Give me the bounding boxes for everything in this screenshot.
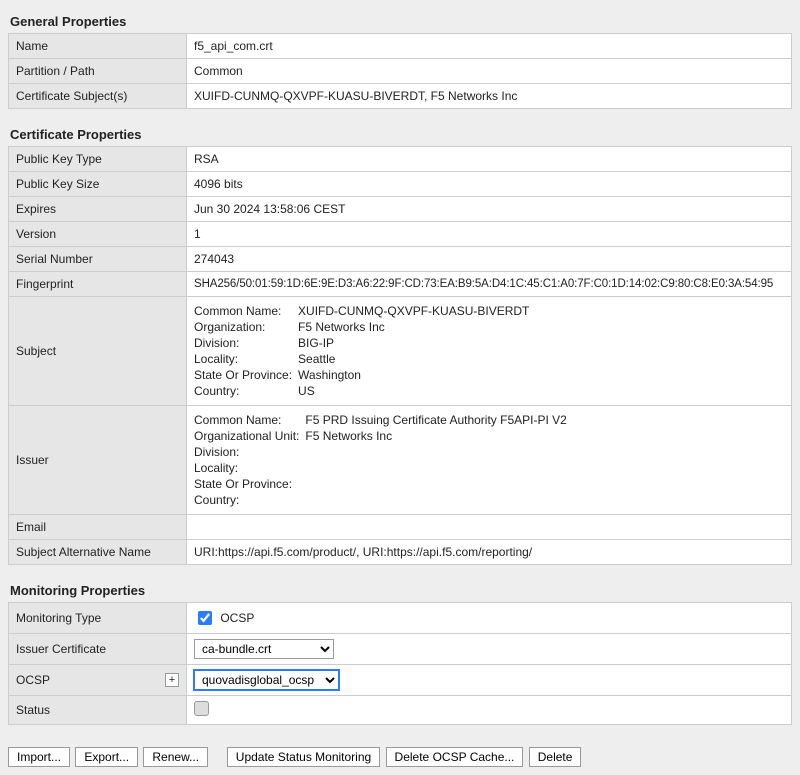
issuer-cert-label: Issuer Certificate [9,634,187,665]
table-row: OCSP + quovadisglobal_ocsp [9,665,792,696]
monitoring-properties-title: Monitoring Properties [8,577,792,602]
version-value: 1 [187,222,792,247]
subject-div-key: Division: [194,336,292,350]
issuer-label: Issuer [9,406,187,515]
table-row: Subject Alternative Name URI:https://api… [9,540,792,565]
san-value: URI:https://api.f5.com/product/, URI:htt… [187,540,792,565]
ocsp-value: quovadisglobal_ocsp [187,665,792,696]
subject-loc-val: Seattle [298,352,784,366]
partition-value: Common [187,59,792,84]
table-row: Certificate Subject(s) XUIFD-CUNMQ-QXVPF… [9,84,792,109]
table-row: Serial Number 274043 [9,247,792,272]
issuer-sop-key: State Or Province: [194,477,299,491]
monitoring-properties-section: Monitoring Properties Monitoring Type OC… [8,577,792,725]
monitoring-type-value: OCSP [187,603,792,634]
monitoring-type-check-label: OCSP [220,611,254,625]
table-row: Version 1 [9,222,792,247]
subject-cn-key: Common Name: [194,304,292,318]
subject-org-key: Organization: [194,320,292,334]
expires-label: Expires [9,197,187,222]
delete-ocsp-cache-button[interactable]: Delete OCSP Cache... [386,747,524,767]
button-bar: Import... Export... Renew... Update Stat… [8,737,792,767]
cert-subjects-label: Certificate Subject(s) [9,84,187,109]
serial-number-value: 274043 [187,247,792,272]
partition-label: Partition / Path [9,59,187,84]
subject-sop-key: State Or Province: [194,368,292,382]
san-label: Subject Alternative Name [9,540,187,565]
subject-cty-val: US [298,384,784,398]
issuer-div-val [305,445,784,459]
public-key-type-label: Public Key Type [9,147,187,172]
certificate-properties-title: Certificate Properties [8,121,792,146]
public-key-type-value: RSA [187,147,792,172]
subject-div-val: BIG-IP [298,336,784,350]
monitoring-type-label: Monitoring Type [9,603,187,634]
issuer-cn-key: Common Name: [194,413,299,427]
public-key-size-value: 4096 bits [187,172,792,197]
issuer-cert-value: ca-bundle.crt [187,634,792,665]
table-row: Issuer Certificate ca-bundle.crt [9,634,792,665]
subject-sop-val: Washington [298,368,784,382]
issuer-value: Common Name: F5 PRD Issuing Certificate … [187,406,792,515]
issuer-cty-val [305,493,784,507]
serial-number-label: Serial Number [9,247,187,272]
table-row: Issuer Common Name: F5 PRD Issuing Certi… [9,406,792,515]
issuer-loc-val [305,461,784,475]
issuer-cty-key: Country: [194,493,299,507]
issuer-ou-val: F5 Networks Inc [305,429,784,443]
email-value [187,515,792,540]
subject-loc-key: Locality: [194,352,292,366]
subject-org-val: F5 Networks Inc [298,320,784,334]
table-row: Email [9,515,792,540]
cert-subjects-value: XUIFD-CUNMQ-QXVPF-KUASU-BIVERDT, F5 Netw… [187,84,792,109]
subject-cn-val: XUIFD-CUNMQ-QXVPF-KUASU-BIVERDT [298,304,784,318]
fingerprint-value: SHA256/50:01:59:1D:6E:9E:D3:A6:22:9F:CD:… [187,272,792,297]
table-row: Monitoring Type OCSP [9,603,792,634]
general-properties-table: Name f5_api_com.crt Partition / Path Com… [8,33,792,109]
import-button[interactable]: Import... [8,747,70,767]
public-key-size-label: Public Key Size [9,172,187,197]
ocsp-add-button[interactable]: + [165,673,179,687]
name-value: f5_api_com.crt [187,34,792,59]
table-row: Subject Common Name: XUIFD-CUNMQ-QXVPF-K… [9,297,792,406]
table-row: Public Key Type RSA [9,147,792,172]
status-indicator-icon [194,701,209,716]
subject-cty-key: Country: [194,384,292,398]
expires-value: Jun 30 2024 13:58:06 CEST [187,197,792,222]
export-button[interactable]: Export... [75,747,138,767]
status-value [187,696,792,725]
table-row: Partition / Path Common [9,59,792,84]
issuer-loc-key: Locality: [194,461,299,475]
certificate-properties-table: Public Key Type RSA Public Key Size 4096… [8,146,792,565]
update-status-monitoring-button[interactable]: Update Status Monitoring [227,747,380,767]
subject-value: Common Name: XUIFD-CUNMQ-QXVPF-KUASU-BIV… [187,297,792,406]
table-row: Name f5_api_com.crt [9,34,792,59]
issuer-ou-key: Organizational Unit: [194,429,299,443]
issuer-cert-select[interactable]: ca-bundle.crt [194,639,334,659]
issuer-sop-val [305,477,784,491]
table-row: Status [9,696,792,725]
name-label: Name [9,34,187,59]
monitoring-type-checkbox[interactable] [198,611,212,625]
ocsp-label-text: OCSP [16,673,50,687]
email-label: Email [9,515,187,540]
fingerprint-label: Fingerprint [9,272,187,297]
certificate-properties-section: Certificate Properties Public Key Type R… [8,121,792,565]
table-row: Expires Jun 30 2024 13:58:06 CEST [9,197,792,222]
delete-button[interactable]: Delete [529,747,582,767]
ocsp-label: OCSP + [9,665,187,696]
table-row: Public Key Size 4096 bits [9,172,792,197]
subject-label: Subject [9,297,187,406]
status-label: Status [9,696,187,725]
issuer-cn-val: F5 PRD Issuing Certificate Authority F5A… [305,413,784,427]
ocsp-select[interactable]: quovadisglobal_ocsp [194,670,339,690]
general-properties-section: General Properties Name f5_api_com.crt P… [8,8,792,109]
table-row: Fingerprint SHA256/50:01:59:1D:6E:9E:D3:… [9,272,792,297]
version-label: Version [9,222,187,247]
monitoring-properties-table: Monitoring Type OCSP Issuer Certificate … [8,602,792,725]
issuer-div-key: Division: [194,445,299,459]
general-properties-title: General Properties [8,8,792,33]
renew-button[interactable]: Renew... [143,747,208,767]
